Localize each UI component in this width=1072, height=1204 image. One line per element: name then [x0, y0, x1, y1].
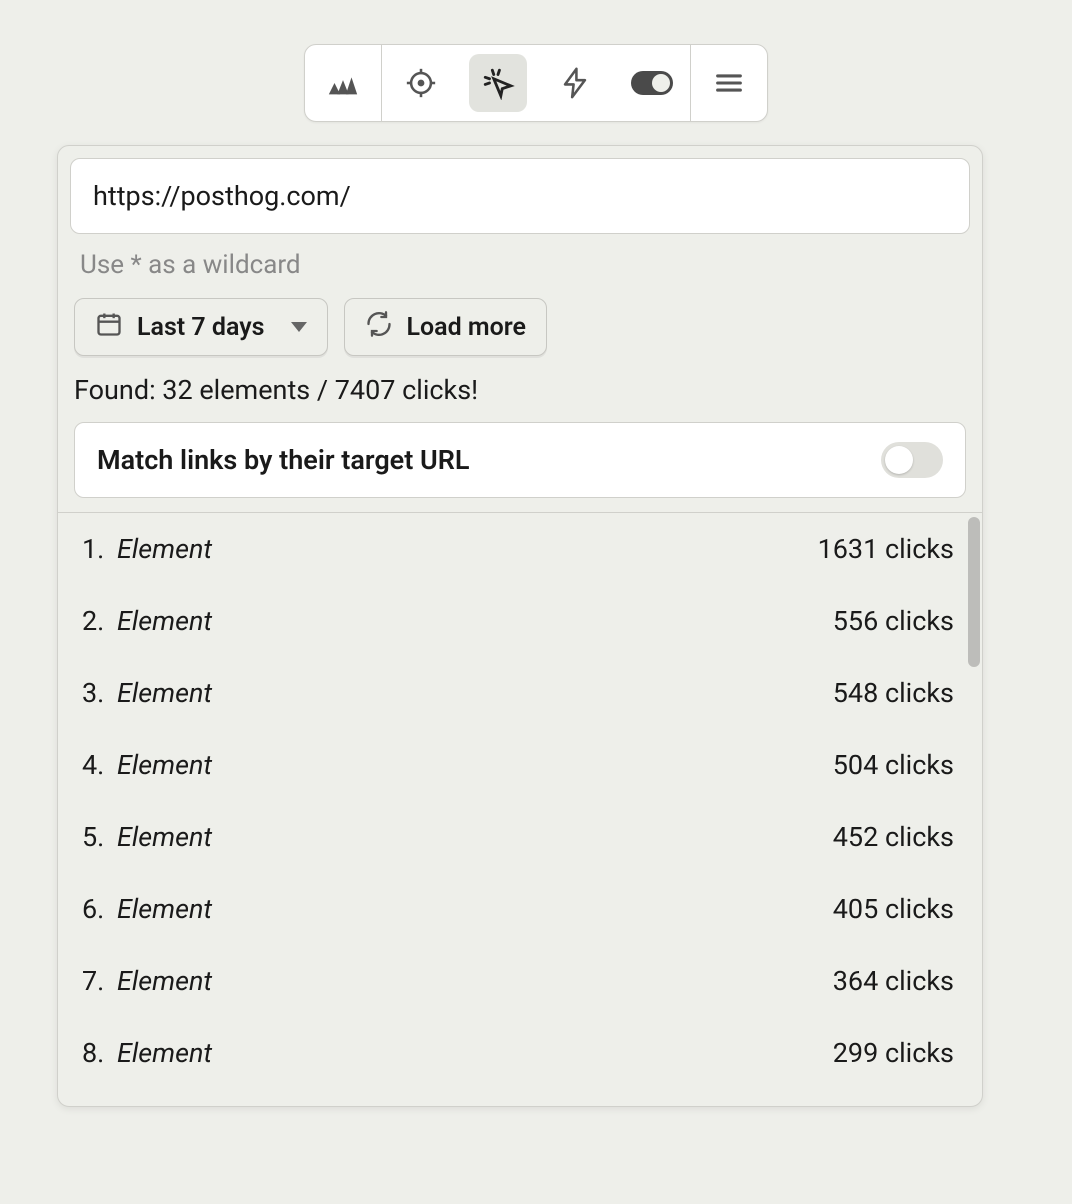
list-item[interactable]: 2. Element 556 clicks	[58, 585, 982, 657]
list-item[interactable]: 7. Element 364 clicks	[58, 945, 982, 1017]
list-item-clicks: 548 clicks	[833, 677, 954, 709]
list-item-rank: 5.	[82, 821, 111, 853]
match-links-switch[interactable]	[881, 442, 943, 478]
scrollbar-thumb[interactable]	[968, 517, 980, 667]
list-item-name: Element	[117, 677, 212, 709]
list-item-clicks: 452 clicks	[833, 821, 954, 853]
list-item-clicks: 364 clicks	[833, 965, 954, 997]
list-item[interactable]: 8. Element 299 clicks	[58, 1017, 982, 1089]
elements-list: 1. Element 1631 clicks 2. Element 556 click…	[58, 513, 982, 1105]
list-item-clicks: 1631 clicks	[818, 533, 954, 565]
heatmap-panel: Use * as a wildcard Last 7 days	[57, 145, 983, 1107]
list-item[interactable]: 4. Element 504 clicks	[58, 729, 982, 801]
list-item-name: Element	[117, 893, 212, 925]
match-links-row: Match links by their target URL	[74, 422, 966, 498]
list-item-name: Element	[117, 605, 212, 637]
calendar-icon	[95, 310, 123, 345]
list-item-rank: 7.	[82, 965, 111, 997]
list-item-name: Element	[117, 1037, 212, 1069]
list-item-rank: 1.	[82, 533, 111, 565]
toolbar-heatmap-button[interactable]	[459, 45, 536, 121]
toolbar-flash-button[interactable]	[536, 45, 613, 121]
list-item-rank: 6.	[82, 893, 111, 925]
date-range-button[interactable]: Last 7 days	[74, 298, 328, 356]
toolbar-logo-button[interactable]	[305, 45, 382, 121]
load-more-button[interactable]: Load more	[344, 298, 547, 356]
logo-icon	[314, 54, 372, 112]
controls-row: Last 7 days Load more	[58, 280, 982, 356]
toolbar-inspect-button[interactable]	[382, 45, 459, 121]
toolbar-menu-button[interactable]	[690, 45, 767, 121]
list-item[interactable]: 5. Element 452 clicks	[58, 801, 982, 873]
match-links-label: Match links by their target URL	[97, 444, 469, 476]
list-item-clicks: 405 clicks	[833, 893, 954, 925]
bolt-icon	[546, 54, 604, 112]
list-item-rank: 4.	[82, 749, 111, 781]
toggle-icon	[623, 54, 681, 112]
found-summary: Found: 32 elements / 7407 clicks!	[58, 356, 982, 406]
list-item[interactable]: 1. Element 1631 clicks	[58, 513, 982, 585]
list-item[interactable]: 6. Element 405 clicks	[58, 873, 982, 945]
click-icon	[469, 54, 527, 112]
list-item-rank: 3.	[82, 677, 111, 709]
list-item-name: Element	[117, 533, 212, 565]
list-item-name: Element	[117, 965, 212, 997]
list-item-rank: 8.	[82, 1037, 111, 1069]
date-range-label: Last 7 days	[137, 313, 265, 342]
list-item-clicks: 504 clicks	[833, 749, 954, 781]
chevron-down-icon	[291, 322, 307, 332]
toolbar	[304, 44, 768, 122]
list-item-name: Element	[117, 749, 212, 781]
list-item[interactable]: 3. Element 548 clicks	[58, 657, 982, 729]
wildcard-hint: Use * as a wildcard	[58, 234, 982, 280]
hamburger-icon	[700, 54, 758, 112]
list-item-clicks: 299 clicks	[833, 1037, 954, 1069]
load-more-label: Load more	[407, 313, 526, 342]
list-item-clicks: 556 clicks	[833, 605, 954, 637]
list-item-rank: 2.	[82, 605, 111, 637]
refresh-icon	[365, 310, 393, 345]
target-icon	[392, 54, 450, 112]
toolbar-toggle-button[interactable]	[613, 45, 690, 121]
list-item-name: Element	[117, 821, 212, 853]
url-input[interactable]	[70, 158, 970, 234]
